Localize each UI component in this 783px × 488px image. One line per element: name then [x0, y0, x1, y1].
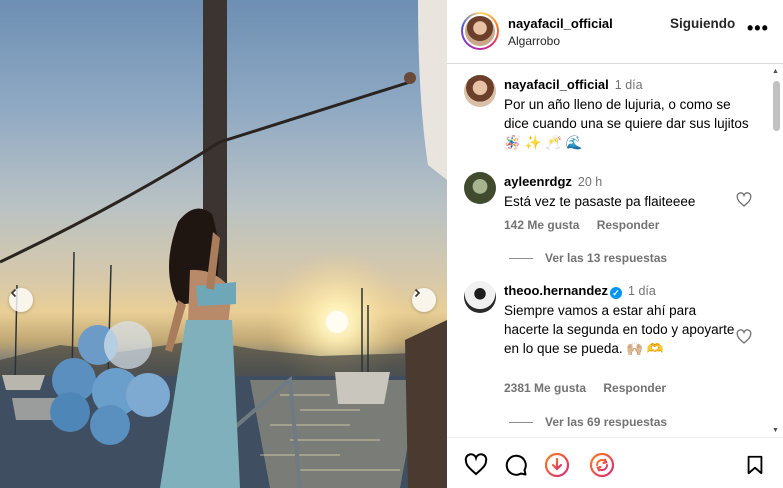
view-replies-label: Ver las 13 respuestas [545, 251, 668, 265]
following-button[interactable]: Siguiendo [670, 16, 735, 31]
replies-divider [509, 421, 533, 423]
verified-badge-icon: ✓ [610, 287, 623, 299]
comment-text: Siempre vamos a estar ahí para hacerte l… [504, 303, 735, 356]
view-replies-button[interactable]: Ver las 13 respuestas [509, 251, 667, 265]
caption-text: Por un año lleno de lujuria, o como se d… [504, 97, 749, 150]
post-actions-bar [447, 437, 783, 488]
heart-icon[interactable] [463, 452, 489, 478]
scrollbar-thumb[interactable] [773, 81, 780, 131]
comment-time[interactable]: 20 h [578, 175, 602, 189]
comment-likes[interactable]: 142 Me gusta [504, 218, 579, 232]
post-side-panel: nayafacil_official Algarrobo Siguiendo •… [447, 0, 783, 488]
photo-scene [0, 0, 447, 488]
boost-icon[interactable] [544, 452, 570, 478]
comment-icon[interactable] [503, 452, 529, 478]
post-photo[interactable] [0, 0, 447, 488]
bookmark-icon[interactable] [742, 452, 768, 478]
reply-button[interactable]: Responder [597, 218, 660, 232]
view-replies-button[interactable]: Ver las 69 respuestas [509, 415, 667, 429]
heart-icon[interactable] [736, 192, 752, 208]
share-icon[interactable] [589, 452, 615, 478]
caption-avatar[interactable] [464, 75, 496, 107]
scroll-down-arrow-icon[interactable]: ▼ [772, 427, 779, 434]
comment-text: Está vez te pasaste pa flaiteeee [504, 194, 696, 209]
replies-divider [509, 257, 533, 259]
comment-username[interactable]: theoo.hernandez [504, 283, 608, 298]
comment-time[interactable]: 1 día [628, 284, 656, 298]
avatar-image [465, 16, 495, 46]
more-options-icon[interactable]: ••• [747, 18, 769, 39]
carousel-prev-button[interactable] [9, 288, 33, 312]
heart-icon[interactable] [736, 329, 752, 345]
comment-avatar[interactable] [464, 281, 496, 313]
comments-list[interactable]: nayafacil_official 1 día Por un año lleno… [447, 65, 783, 437]
comment-likes[interactable]: 2381 Me gusta [504, 381, 586, 395]
caption-time[interactable]: 1 día [615, 78, 643, 92]
comment-avatar[interactable] [464, 172, 496, 204]
view-replies-label: Ver las 69 respuestas [545, 415, 668, 429]
scroll-up-arrow-icon[interactable]: ▲ [772, 68, 779, 75]
caption-username[interactable]: nayafacil_official [504, 77, 609, 92]
author-avatar[interactable] [461, 12, 499, 50]
post-location[interactable]: Algarrobo [508, 34, 560, 48]
comments-scrollbar[interactable]: ▲ ▼ [769, 65, 783, 437]
author-username[interactable]: nayafacil_official [508, 16, 613, 31]
post-header: nayafacil_official Algarrobo Siguiendo •… [447, 0, 783, 64]
comment-username[interactable]: ayleenrdgz [504, 174, 572, 189]
carousel-next-button[interactable] [412, 288, 436, 312]
reply-button[interactable]: Responder [603, 381, 666, 395]
